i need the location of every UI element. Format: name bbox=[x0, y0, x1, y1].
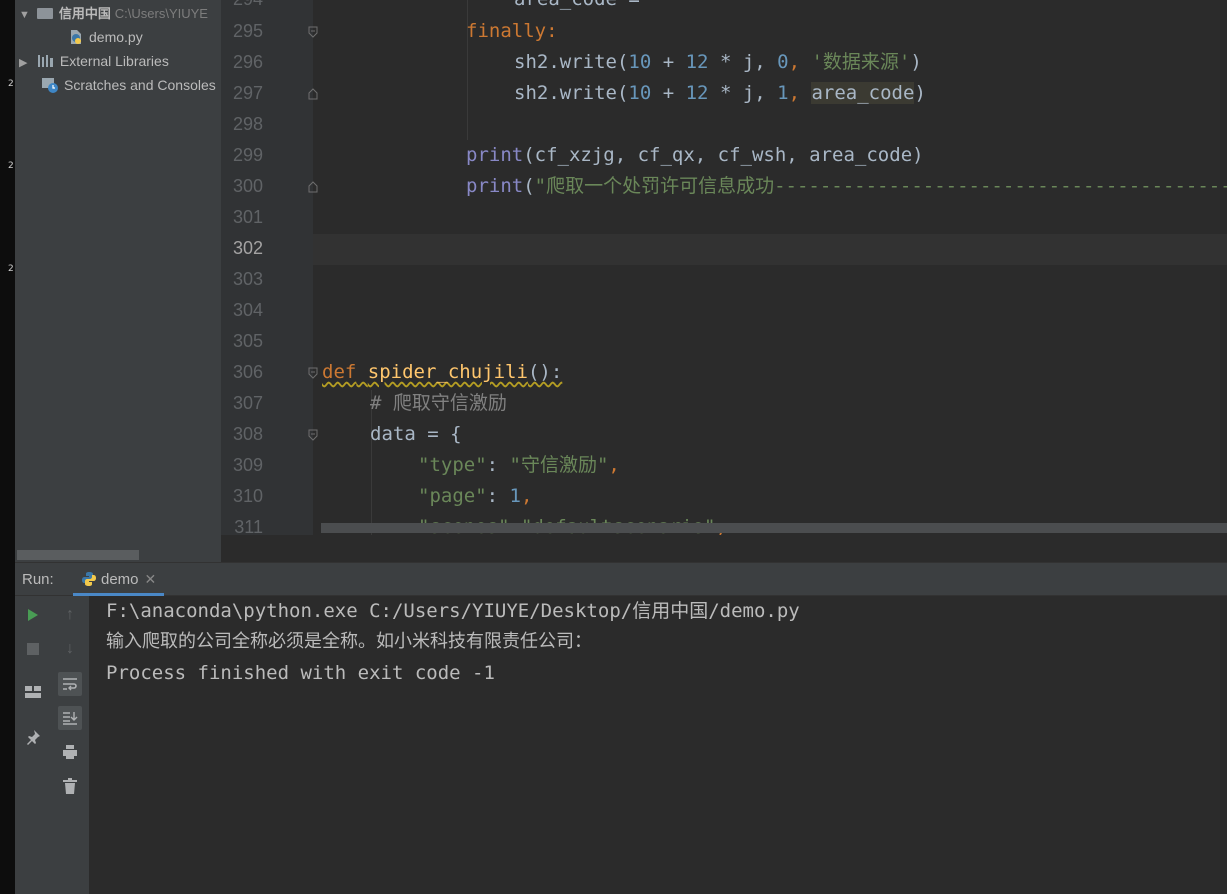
code-line[interactable]: def spider_chujili(): bbox=[322, 357, 562, 388]
run-tool-window-header: Run: demo ✕ bbox=[15, 562, 1227, 596]
scroll-to-end-icon[interactable] bbox=[58, 706, 82, 730]
code-comment[interactable]: # 爬取守信激励 bbox=[370, 388, 507, 419]
tab-label: demo bbox=[101, 571, 139, 588]
expanded-arrow-icon[interactable]: ▼ bbox=[19, 3, 33, 27]
soft-wrap-icon[interactable] bbox=[58, 672, 82, 696]
tree-item-scratches[interactable]: Scratches and Consoles bbox=[41, 73, 216, 97]
run-label: Run: bbox=[22, 571, 54, 588]
identifier-highlight: area_code bbox=[811, 82, 915, 104]
code-line[interactable]: "type": "守信激励", bbox=[418, 450, 620, 481]
layout-icon[interactable] bbox=[21, 680, 45, 704]
code-editor[interactable]: 294 295 296 297 298 299 300 301 302 303 … bbox=[221, 0, 1227, 562]
line-number: 295 bbox=[232, 21, 263, 41]
tree-label: Scratches and Consoles bbox=[64, 77, 216, 93]
down-arrow-icon[interactable]: ↓ bbox=[58, 637, 82, 661]
tree-item-external-libraries[interactable]: ▶ External Libraries bbox=[19, 49, 169, 73]
line-number: 301 bbox=[232, 207, 263, 227]
pin-icon[interactable] bbox=[21, 725, 45, 749]
line-number: 297 bbox=[232, 83, 263, 103]
line-number: 303 bbox=[232, 269, 263, 289]
console-line: Process finished with exit code -1 bbox=[106, 662, 495, 684]
line-number: 307 bbox=[232, 393, 263, 413]
code-line[interactable]: area_code = bbox=[514, 0, 640, 15]
code-line[interactable]: sh2.write(10 + 12 * j, 0, '数据来源') bbox=[514, 47, 922, 78]
project-horizontal-scrollbar[interactable] bbox=[15, 549, 221, 562]
code-line[interactable]: sh2.write(10 + 12 * j, 1, area_code) bbox=[514, 78, 926, 109]
library-icon bbox=[37, 55, 53, 67]
edge-mark: 2 bbox=[8, 79, 14, 89]
tree-item-root[interactable]: ▼ 信用中国 C:\Users\YIUYE bbox=[19, 1, 208, 25]
line-number: 309 bbox=[232, 455, 263, 475]
close-icon[interactable]: ✕ bbox=[145, 571, 157, 587]
print-icon[interactable] bbox=[58, 740, 82, 764]
file-name: demo.py bbox=[89, 29, 143, 45]
scratches-icon bbox=[42, 78, 58, 93]
line-number: 310 bbox=[232, 486, 263, 506]
code-line[interactable]: finally: bbox=[466, 16, 558, 47]
line-number: 294 bbox=[221, 0, 263, 15]
project-tree-panel: ▼ 信用中国 C:\Users\YIUYE demo.py ▶ External… bbox=[15, 0, 221, 562]
fold-marker-icon[interactable] bbox=[308, 26, 318, 38]
line-number: 308 bbox=[232, 424, 263, 444]
edge-mark: 2 bbox=[8, 264, 14, 274]
stop-icon[interactable] bbox=[21, 637, 45, 661]
code-line[interactable]: print("爬取一个处罚许可信息成功---------------------… bbox=[466, 171, 1227, 202]
code-line[interactable]: print(cf_xzjg, cf_qx, cf_wsh, area_code) bbox=[466, 140, 924, 171]
line-number: 296 bbox=[232, 52, 263, 72]
line-number: 298 bbox=[232, 114, 263, 134]
line-number: 306 bbox=[232, 362, 263, 382]
up-arrow-icon[interactable]: ↑ bbox=[58, 603, 82, 627]
line-number: 300 bbox=[232, 176, 263, 196]
editor-horizontal-scrollbar[interactable] bbox=[321, 523, 1227, 533]
fold-marker-icon[interactable] bbox=[308, 367, 318, 379]
code-line[interactable]: "page": 1, bbox=[418, 481, 532, 512]
line-number: 299 bbox=[232, 145, 263, 165]
line-number-current: 302 bbox=[232, 238, 263, 258]
fold-end-marker-icon[interactable] bbox=[308, 88, 318, 100]
code-line[interactable]: data = { bbox=[370, 419, 462, 450]
console-output[interactable]: F:\anaconda\python.exe C:/Users/YIUYE/De… bbox=[89, 596, 1227, 894]
run-toolbar: ↑ ↓ bbox=[15, 596, 89, 894]
project-name: 信用中国 bbox=[58, 6, 111, 21]
tree-label: External Libraries bbox=[59, 53, 169, 69]
editor-bottom-padding bbox=[221, 535, 1227, 562]
tab-demo[interactable]: demo ✕ bbox=[73, 563, 165, 596]
edge-mark: 2 bbox=[8, 161, 14, 171]
scrollbar-thumb[interactable] bbox=[17, 550, 139, 560]
line-number: 304 bbox=[232, 300, 263, 320]
collapsed-arrow-icon[interactable]: ▶ bbox=[19, 51, 33, 75]
python-file-icon bbox=[71, 30, 81, 44]
trash-icon[interactable] bbox=[58, 774, 82, 798]
fold-end-marker-icon[interactable] bbox=[308, 181, 318, 193]
line-number: 305 bbox=[232, 331, 263, 351]
run-icon[interactable] bbox=[21, 603, 45, 627]
console-line: 输入爬取的公司全称必须是全称。如小米科技有限责任公司： bbox=[106, 631, 592, 652]
python-icon bbox=[82, 572, 96, 586]
caret-row-highlight bbox=[313, 234, 1227, 265]
folder-icon bbox=[36, 8, 53, 19]
fold-marker-icon[interactable] bbox=[308, 429, 318, 441]
window-edge-strip: 2 2 2 bbox=[0, 0, 15, 894]
tree-item-demo-py[interactable]: demo.py bbox=[67, 25, 143, 49]
project-path: C:\Users\YIUYE bbox=[114, 6, 208, 21]
console-line: F:\anaconda\python.exe C:/Users/YIUYE/De… bbox=[106, 600, 800, 622]
